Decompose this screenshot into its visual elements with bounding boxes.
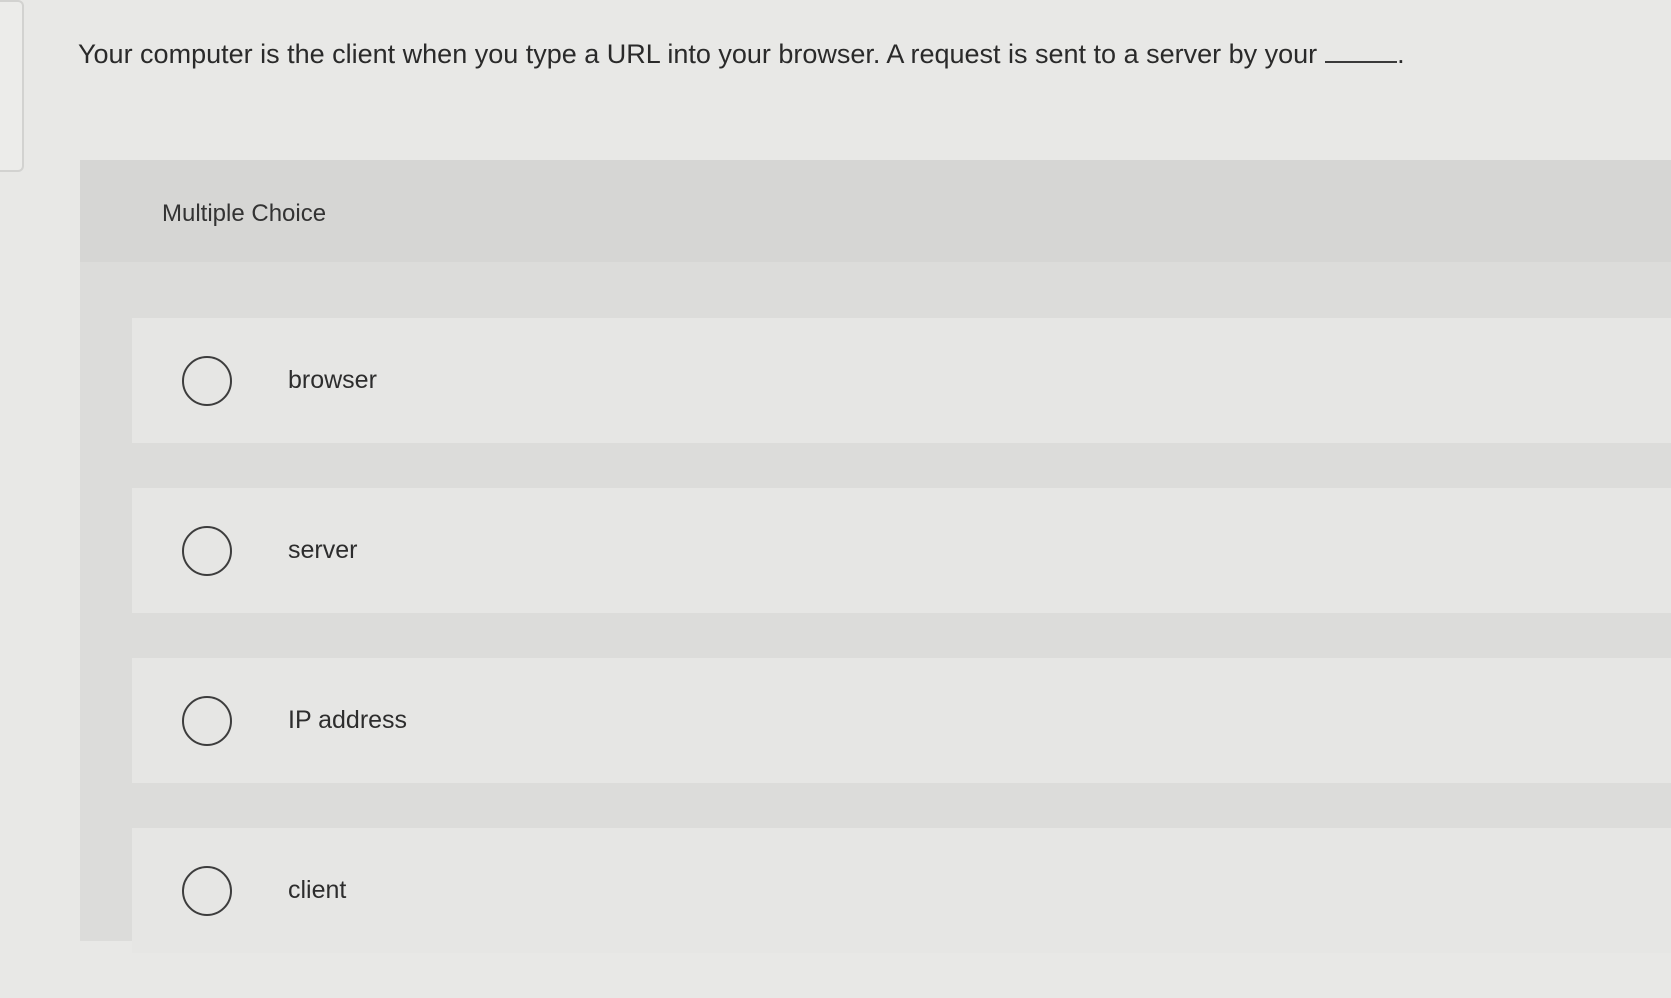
radio-button-client[interactable] [182,865,232,916]
choice-label: server [288,536,358,564]
panel-title: Multiple Choice [162,200,327,227]
radio-button-server[interactable] [182,525,232,576]
radio-button-ip-address[interactable] [182,695,232,746]
radio-button-browser[interactable] [182,355,232,406]
question-text: Your computer is the client when you typ… [78,34,1405,74]
choice-ip-address[interactable]: IP address [132,658,1671,783]
question-prompt: Your computer is the client when you typ… [78,39,1318,69]
answer-blank [1325,60,1398,63]
question-end-punctuation: . [1397,39,1405,69]
choice-label: IP address [288,706,408,734]
choice-list: browser server IP address client [132,318,1671,998]
side-tab [0,0,24,172]
choice-browser[interactable]: browser [132,318,1671,443]
choice-label: client [288,876,347,904]
choice-server[interactable]: server [132,488,1671,613]
choice-label: browser [288,366,377,394]
multiple-choice-panel: Multiple Choice browser server IP addres… [80,160,1671,953]
panel-header: Multiple Choice [80,160,1671,262]
choice-client[interactable]: client [132,828,1671,953]
